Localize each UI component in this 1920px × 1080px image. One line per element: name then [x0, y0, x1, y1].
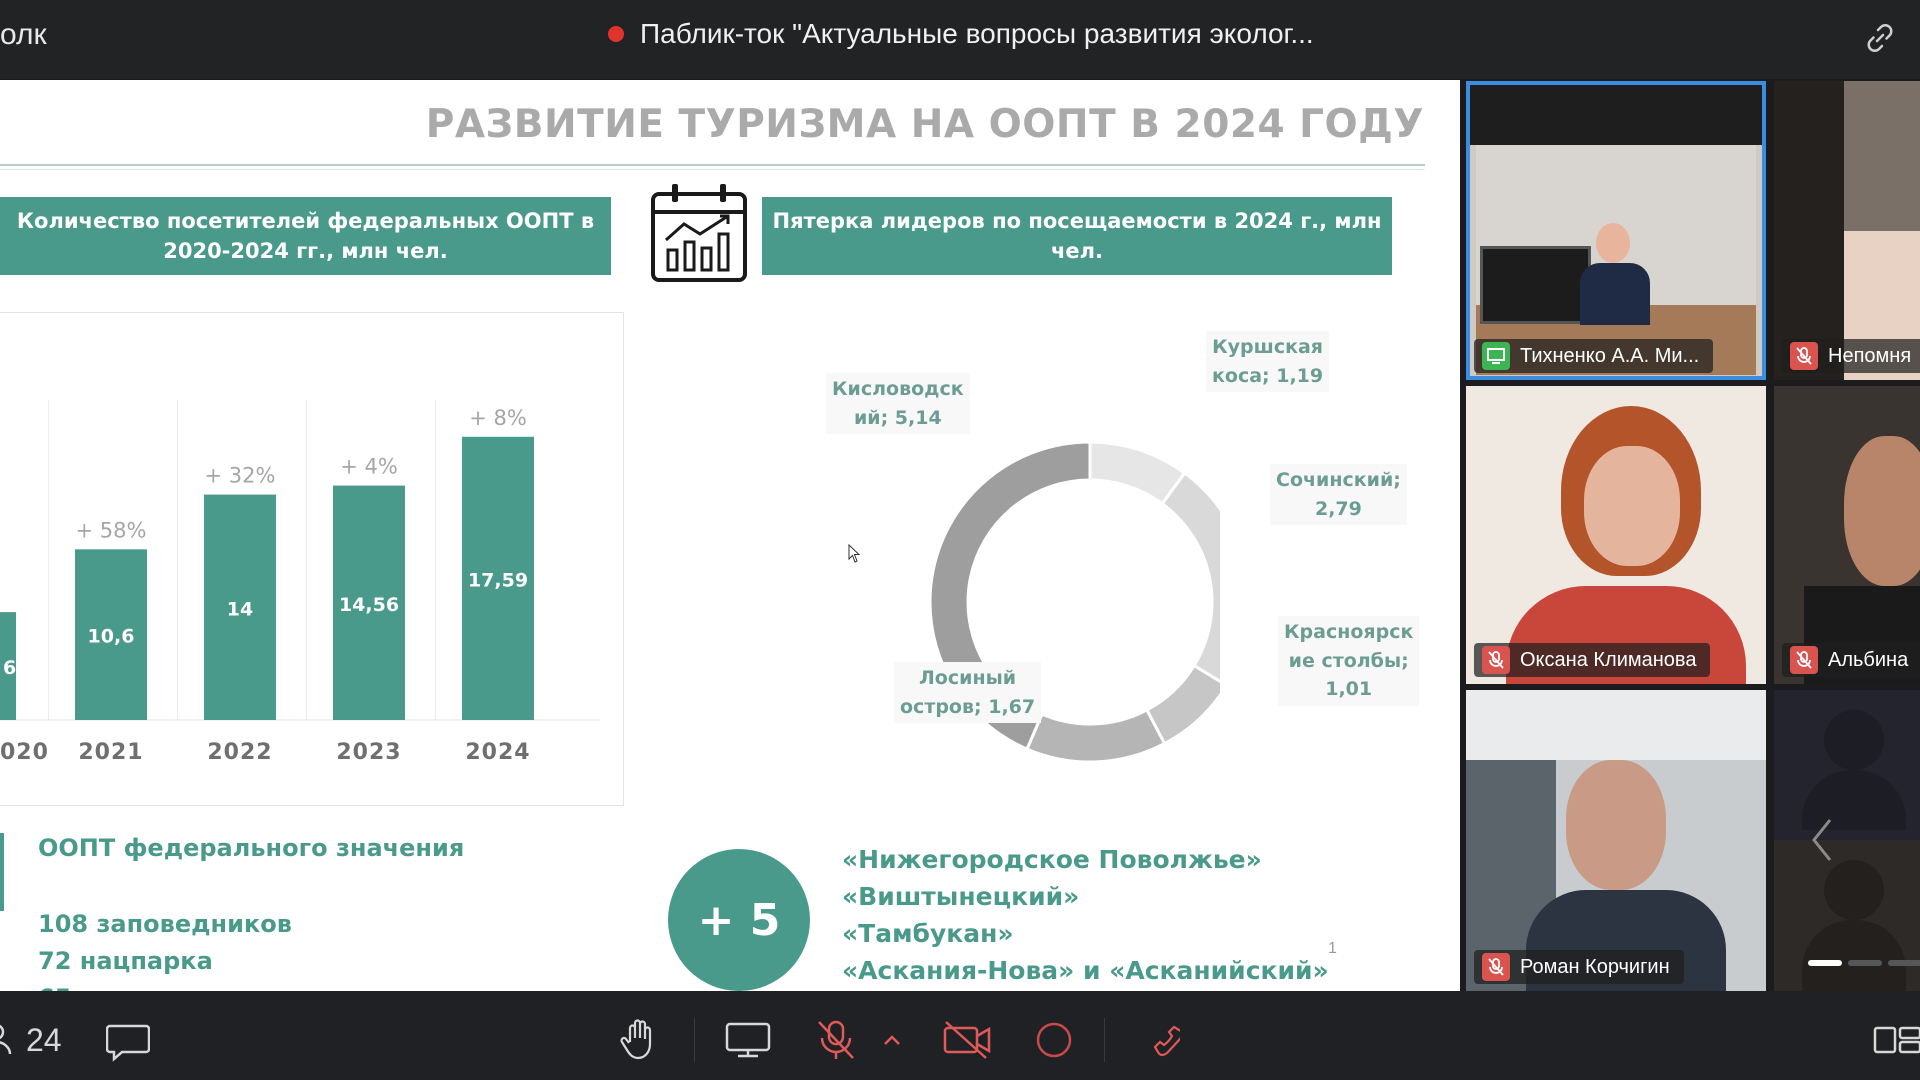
bar-category-label: 020 — [0, 740, 49, 765]
link-icon[interactable] — [1862, 20, 1898, 56]
page-dot-active[interactable] — [1808, 960, 1842, 966]
recording-indicator-icon — [608, 26, 624, 42]
slide-title: РАЗВИТИЕ ТУРИЗМА НА ООПТ В 2024 ГОДУ — [425, 102, 1424, 147]
page-dot[interactable] — [1888, 960, 1920, 966]
layout-toggle-icon[interactable] — [1872, 1018, 1920, 1062]
participant-name: Оксана Климанова — [1520, 648, 1697, 671]
title-divider — [0, 164, 1425, 166]
new-park-item: «Виштынецкий» — [842, 882, 1080, 911]
plus-five-badge: + 5 — [668, 849, 810, 991]
leaders-chart-header: Пятерка лидеров по посещаемости в 2024 г… — [762, 197, 1392, 275]
active-speaker-highlight — [1466, 81, 1766, 380]
ooopt-item: 65 заказников — [38, 980, 292, 991]
mic-muted-icon — [1482, 646, 1510, 674]
previous-page-icon[interactable] — [1812, 818, 1832, 862]
donut-label-kurshskaya: Куршская коса; 1,19 — [1206, 331, 1330, 392]
microphone-muted-icon[interactable] — [814, 1018, 858, 1062]
participant-tile[interactable]: Непомня — [1774, 81, 1920, 380]
participant-name-tag: Непомня — [1782, 339, 1920, 373]
top-bar: олк Паблик-ток "Актуальные вопросы разви… — [0, 0, 1920, 79]
page-dot[interactable] — [1848, 960, 1882, 966]
mic-muted-icon — [1790, 646, 1818, 674]
ooopt-list: 108 заповедников 72 нацпарка 65 заказник… — [38, 906, 292, 991]
bar-growth-label: + 4% — [340, 455, 398, 479]
share-screen-icon[interactable] — [724, 1018, 772, 1062]
app-name: олк — [0, 18, 47, 51]
camera-off-icon[interactable] — [942, 1018, 992, 1062]
slide-page-number: 1 — [1328, 940, 1337, 957]
mic-muted-icon — [1790, 342, 1818, 370]
bar-category-label: 2021 — [78, 740, 143, 765]
bar-growth-label: + 32% — [205, 464, 276, 488]
donut-label-kislovodsk: Кисловодск ий; 5,14 — [826, 373, 970, 434]
visitors-chart-header: Количество посетителей федеральных ООПТ … — [0, 197, 611, 275]
meeting-title-area: Паблик-ток "Актуальные вопросы развития … — [608, 18, 1314, 50]
record-icon[interactable] — [1032, 1018, 1076, 1062]
new-park-item: «Аскания-Нова» и «Асканийский» — [842, 956, 1329, 985]
participant-name-tag: Роман Корчигин — [1474, 950, 1684, 984]
participant-name: Роман Корчигин — [1520, 955, 1670, 978]
ooopt-item: 108 заповедников — [38, 910, 292, 938]
leave-call-icon[interactable] — [1136, 1018, 1180, 1062]
bar-value-label: 6,7 — [3, 657, 37, 679]
ooopt-item: 72 нацпарка — [38, 947, 213, 975]
donut-slice — [1160, 470, 1220, 684]
shared-slide: РАЗВИТИЕ ТУРИЗМА НА ООПТ В 2024 ГОДУ Кол… — [0, 80, 1460, 991]
calendar-chart-icon — [651, 184, 747, 282]
bar-value-label: 14,56 — [339, 594, 399, 616]
donut-label-losiny: Лосиный остров; 1,67 — [894, 662, 1042, 723]
chat-icon[interactable] — [106, 1018, 150, 1062]
toolbar-separator — [1104, 1018, 1105, 1062]
ooopt-accent-line — [0, 833, 4, 911]
new-park-item: «Нижегородское Поволжье» — [842, 845, 1262, 874]
raise-hand-icon[interactable] — [618, 1018, 662, 1062]
donut-label-sochi: Сочинский; 2,79 — [1270, 464, 1407, 525]
meeting-title: Паблик-ток "Актуальные вопросы развития … — [640, 18, 1314, 49]
toolbar-separator — [694, 1018, 695, 1062]
participants-icon[interactable] — [0, 1018, 26, 1062]
participant-tile[interactable]: Оксана Климанова — [1466, 386, 1766, 684]
visitors-bar-chart: 6,7 020 10,6 + 58% 2021 14 + 32% 2022 14,56 + 4% 2… — [0, 400, 600, 765]
new-park-item: «Тамбукан» — [842, 919, 1014, 948]
bar-category-label: 2022 — [207, 740, 272, 765]
participant-name: Непомня — [1828, 344, 1912, 367]
mic-muted-icon — [1482, 953, 1510, 981]
mouse-cursor-icon — [848, 544, 861, 563]
bar-category-label: 2024 — [465, 740, 530, 765]
participant-tile[interactable]: Альбина — [1774, 386, 1920, 684]
ooopt-title: ООПТ федерального значения — [38, 834, 465, 862]
donut-label-krasnoyarsk: Красноярск ие столбы; 1,01 — [1278, 616, 1420, 706]
donut-slice — [1025, 707, 1167, 764]
participant-tile[interactable]: Роман Корчигин — [1466, 690, 1766, 991]
participant-name: Альбина — [1828, 648, 1909, 671]
participant-name-tag: Оксана Климанова — [1474, 643, 1711, 677]
bar-growth-label: + 58% — [76, 518, 147, 542]
bar-category-label: 2023 — [336, 740, 401, 765]
participant-name-tag: Альбина — [1782, 643, 1920, 677]
bar-value-label: 10,6 — [88, 626, 135, 648]
participants-count[interactable]: 24 — [26, 1022, 62, 1059]
bar-value-label: 17,59 — [468, 569, 528, 591]
audio-options-chevron-icon[interactable] — [882, 1018, 902, 1062]
participant-placeholder-tile[interactable] — [1774, 690, 1920, 991]
bar-value-label: 14 — [227, 598, 253, 620]
title-divider-secondary — [0, 169, 1425, 170]
bar-growth-label: + 8% — [469, 406, 527, 430]
new-parks-list: «Нижегородское Поволжье» «Виштынецкий» «… — [842, 841, 1329, 989]
